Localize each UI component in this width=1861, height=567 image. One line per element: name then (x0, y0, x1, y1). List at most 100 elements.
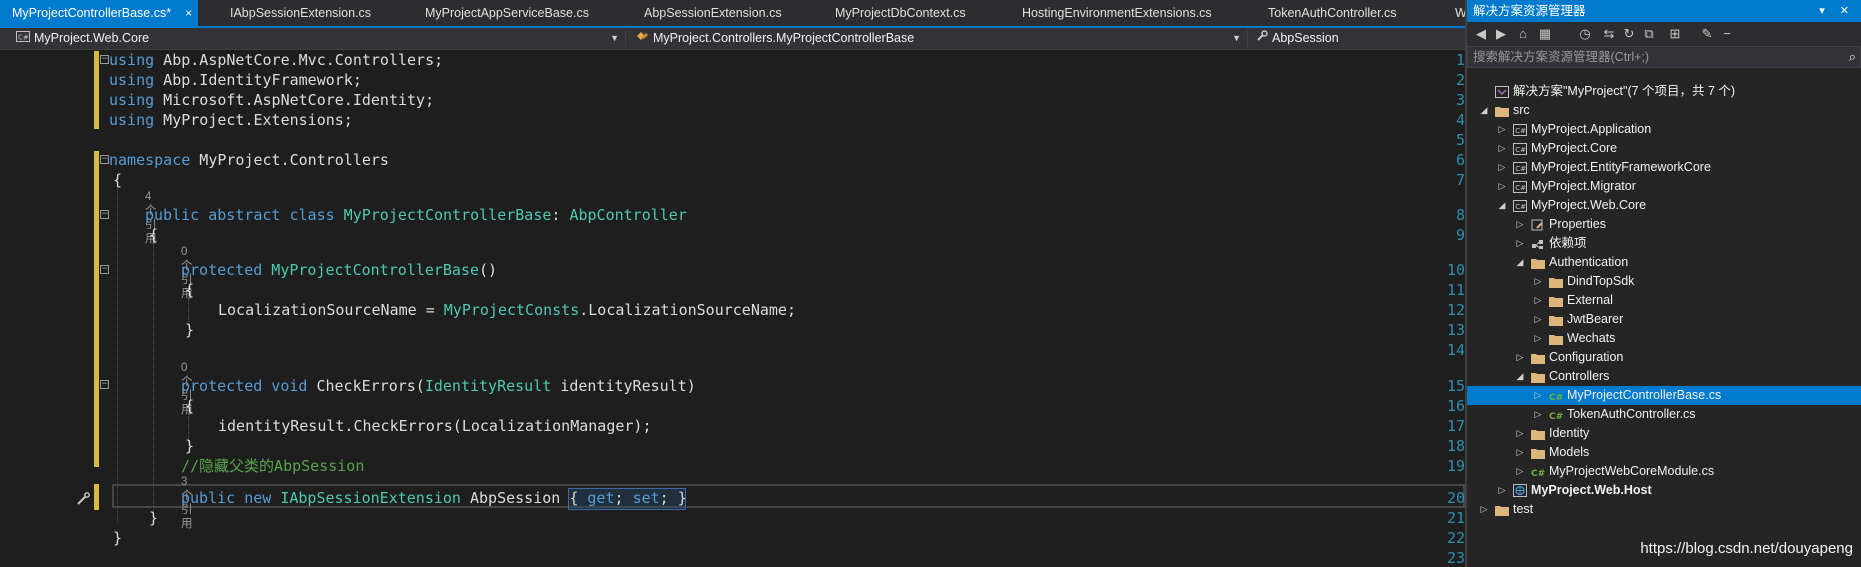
code-text: ; (614, 489, 633, 507)
preview-icon[interactable]: − (1719, 26, 1735, 42)
code-line-4: using MyProject.Extensions; (109, 110, 353, 130)
switch-views-icon[interactable]: ▦ (1537, 26, 1553, 42)
chevron-down-icon: ▼ (610, 33, 619, 43)
member-dropdown[interactable]: AbpSession (1252, 30, 1465, 47)
collapsed-arrow-icon[interactable]: ▷ (1479, 500, 1489, 519)
code-text: identityResult) (551, 377, 696, 395)
collapsed-arrow-icon[interactable]: ▷ (1515, 348, 1525, 367)
collapsed-arrow-icon[interactable]: ▷ (1497, 177, 1507, 196)
tree-item[interactable]: ▷ C# MyProject.Core (1467, 139, 1861, 158)
tree-item[interactable]: ◢ Authentication (1467, 253, 1861, 272)
tree-item[interactable]: ▷ Models (1467, 443, 1861, 462)
expanded-arrow-icon[interactable]: ◢ (1515, 367, 1525, 386)
project-dropdown[interactable]: C# MyProject.Web.Core ▼ (12, 30, 626, 47)
expanded-arrow-icon[interactable]: ◢ (1479, 101, 1489, 120)
tree-item[interactable]: ◢ Controllers (1467, 367, 1861, 386)
keyword: public new (181, 489, 272, 507)
tree-item[interactable]: ▷ JwtBearer (1467, 310, 1861, 329)
expanded-arrow-icon[interactable]: ◢ (1497, 196, 1507, 215)
tree-item[interactable]: ▷ C# MyProjectControllerBase.cs (1467, 386, 1861, 405)
tree-item[interactable]: ▷ Wechats (1467, 329, 1861, 348)
tree-item-label: Configuration (1549, 350, 1624, 364)
code-editor[interactable]: MyProjectControllerBase.cs* × IAbpSession… (0, 0, 1465, 567)
panel-window-buttons[interactable]: ▾ ✕ (1819, 0, 1855, 22)
tab-myprojectappservicebase[interactable]: MyProjectAppServiceBase.cs (425, 0, 589, 26)
collapse-icon[interactable]: − (100, 265, 109, 274)
tab-label: W (1455, 6, 1465, 20)
keyword: using (109, 91, 155, 109)
close-icon[interactable]: × (185, 6, 192, 20)
pending-changes-icon[interactable]: ◷ (1577, 26, 1593, 42)
tab-tokenauthcontroller[interactable]: TokenAuthController.cs (1268, 0, 1397, 26)
collapse-icon[interactable]: − (100, 380, 109, 389)
tree-item[interactable]: ◢ src (1467, 101, 1861, 120)
tree-item[interactable]: 解决方案"MyProject"(7 个项目，共 7 个) (1467, 82, 1861, 101)
keyword: using (109, 51, 155, 69)
collapsed-arrow-icon[interactable]: ▷ (1533, 405, 1543, 424)
tab-myprojectcontrollerbase[interactable]: MyProjectControllerBase.cs* × (0, 0, 199, 26)
codelens-references[interactable]: 0 个引用 (181, 361, 193, 416)
tree-item[interactable]: ▷ MyProject.Web.Host (1467, 481, 1861, 500)
tab-abpsessionextension[interactable]: AbpSessionExtension.cs (644, 0, 782, 26)
codelens-references[interactable]: 3 个引用 (181, 475, 193, 530)
collapsed-arrow-icon[interactable]: ▷ (1497, 120, 1507, 139)
collapsed-arrow-icon[interactable]: ▷ (1497, 139, 1507, 158)
collapsed-arrow-icon[interactable]: ▷ (1533, 291, 1543, 310)
folder-icon (1531, 427, 1545, 440)
collapsed-arrow-icon[interactable]: ▷ (1515, 234, 1525, 253)
line-number: 23 (1446, 549, 1465, 567)
code-text: MyProject.Extensions; (154, 111, 353, 129)
collapsed-arrow-icon[interactable]: ▷ (1515, 424, 1525, 443)
tree-item[interactable]: ▷ C# MyProjectWebCoreModule.cs (1467, 462, 1861, 481)
code-text: LocalizationSourceName = (218, 301, 444, 319)
collapsed-arrow-icon[interactable]: ▷ (1533, 310, 1543, 329)
collapse-icon[interactable]: − (100, 55, 109, 64)
tree-item[interactable]: ▷ 依赖项 (1467, 234, 1861, 253)
csharp-file-icon: C# (1549, 408, 1563, 422)
collapsed-arrow-icon[interactable]: ▷ (1497, 158, 1507, 177)
show-all-files-icon[interactable]: ⊞ (1667, 26, 1683, 42)
codelens-references[interactable]: 0 个引用 (181, 245, 193, 300)
collapse-icon[interactable]: − (100, 210, 109, 219)
tree-item[interactable]: ▷ C# MyProject.Application (1467, 120, 1861, 139)
tab-iabpsessionextension[interactable]: IAbpSessionExtension.cs (230, 0, 371, 26)
tree-item-label: Authentication (1549, 255, 1629, 269)
codelens-references[interactable]: 4 个引用 (145, 190, 157, 245)
home-icon[interactable]: ⌂ (1515, 26, 1531, 42)
tab-overflow[interactable]: W (1455, 0, 1465, 26)
expanded-arrow-icon[interactable]: ◢ (1515, 253, 1525, 272)
refresh-icon[interactable]: ↻ (1621, 26, 1637, 42)
collapsed-arrow-icon[interactable]: ▷ (1533, 329, 1543, 348)
tab-label: HostingEnvironmentExtensions.cs (1022, 6, 1212, 20)
sync-icon[interactable]: ⇆ (1601, 26, 1617, 42)
tree-item[interactable]: ▷ Properties (1467, 215, 1861, 234)
tree-item[interactable]: ▷ test (1467, 500, 1861, 519)
class-dropdown[interactable]: MyProject.Controllers.MyProjectControlle… (631, 30, 1248, 47)
collapsed-arrow-icon[interactable]: ▷ (1497, 481, 1507, 500)
tree-item[interactable]: ▷ Configuration (1467, 348, 1861, 367)
tree-item[interactable]: ◢ C# MyProject.Web.Core (1467, 196, 1861, 215)
collapsed-arrow-icon[interactable]: ▷ (1533, 386, 1543, 405)
tab-hostingenvironmentextensions[interactable]: HostingEnvironmentExtensions.cs (1022, 0, 1212, 26)
back-icon[interactable]: ◀ (1473, 26, 1489, 42)
collapsed-arrow-icon[interactable]: ▷ (1515, 462, 1525, 481)
collapse-all-icon[interactable]: ⧉ (1641, 26, 1657, 42)
solution-explorer-search-input[interactable]: 搜索解决方案资源管理器(Ctrl+;) ⌕ (1467, 46, 1861, 68)
tree-item[interactable]: ▷ C# MyProject.Migrator (1467, 177, 1861, 196)
properties-wrench-icon[interactable]: ✎ (1699, 26, 1715, 42)
forward-icon[interactable]: ▶ (1493, 26, 1509, 42)
collapsed-arrow-icon[interactable]: ▷ (1533, 272, 1543, 291)
collapsed-arrow-icon[interactable]: ▷ (1515, 443, 1525, 462)
line-number: 1 (1455, 51, 1465, 69)
collapsed-arrow-icon[interactable]: ▷ (1515, 215, 1525, 234)
tab-myprojectdbcontext[interactable]: MyProjectDbContext.cs (835, 0, 966, 26)
tree-item[interactable]: ▷ C# TokenAuthController.cs (1467, 405, 1861, 424)
tree-item[interactable]: ▷ C# MyProject.EntityFrameworkCore (1467, 158, 1861, 177)
keyword: using (109, 111, 155, 129)
code-line-20: public new IAbpSessionExtension AbpSessi… (181, 488, 687, 508)
tree-item[interactable]: ▷ DindTopSdk (1467, 272, 1861, 291)
tree-item[interactable]: ▷ Identity (1467, 424, 1861, 443)
collapse-icon[interactable]: − (100, 155, 109, 164)
tree-item[interactable]: ▷ External (1467, 291, 1861, 310)
quick-action-icon[interactable] (76, 491, 90, 505)
